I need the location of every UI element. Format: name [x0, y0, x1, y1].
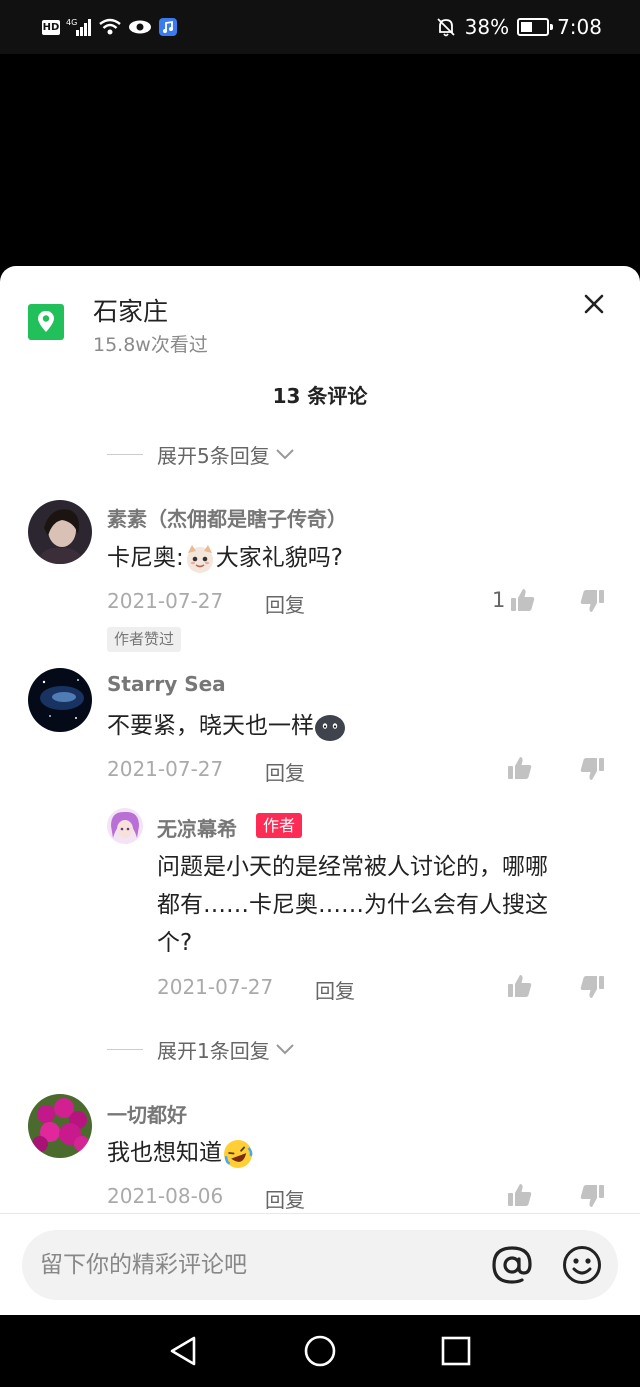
- comment-sheet: 石家庄 15.8w次看过 13 条评论 展开5条回复 素素（杰佣都是瞎子传奇） …: [0, 266, 640, 1315]
- close-icon[interactable]: [578, 288, 610, 320]
- signal-icon: 4G: [66, 18, 91, 36]
- comment-count: 13 条评论: [272, 384, 368, 408]
- author-tag: 作者: [256, 813, 303, 838]
- expand-divider: [107, 453, 143, 455]
- like-count: 1: [492, 588, 506, 612]
- thumb-up-icon[interactable]: [507, 1182, 533, 1208]
- reply-text-line: 问题是小天的是经常被人讨论的，哪哪: [157, 854, 548, 880]
- location-title[interactable]: 石家庄: [93, 292, 168, 328]
- system-nav-bar: [0, 1315, 640, 1387]
- expand-divider: [107, 1048, 143, 1050]
- comment-username[interactable]: Starry Sea: [107, 672, 226, 696]
- chevron-down-icon: [276, 449, 294, 460]
- reply-button[interactable]: 回复: [265, 589, 305, 618]
- comment-text: 卡尼奥: 大家礼貌吗?: [107, 539, 343, 577]
- home-icon[interactable]: [302, 1333, 338, 1369]
- comment-text-after: 大家礼貌吗?: [215, 545, 343, 571]
- avatar[interactable]: [28, 500, 92, 564]
- reply-username[interactable]: 无凉幕希: [157, 813, 237, 842]
- battery-percent: 38%: [464, 15, 510, 39]
- at-icon[interactable]: [490, 1245, 534, 1285]
- chevron-down-icon: [276, 1044, 294, 1055]
- input-divider: [0, 1213, 640, 1214]
- status-left: HD 4G: [42, 14, 178, 40]
- mute-bell-icon: [436, 18, 455, 37]
- network-label: 4G: [66, 18, 77, 27]
- thumb-up-icon[interactable]: [507, 973, 533, 999]
- thumb-down-icon[interactable]: [579, 756, 605, 782]
- comment-input-bar: [22, 1230, 618, 1300]
- author-liked-badge: 作者赞过: [107, 627, 182, 652]
- comment-text: 我也想知道: [107, 1134, 254, 1172]
- reply-button[interactable]: 回复: [265, 1184, 305, 1213]
- reply-button[interactable]: 回复: [315, 975, 355, 1004]
- music-app-icon: [159, 18, 177, 36]
- comment-text-body: 不要紧，晓天也一样: [107, 713, 314, 739]
- emoji-icon[interactable]: [562, 1245, 602, 1285]
- comment-date: 2021-07-27: [107, 757, 224, 781]
- dark-face-emoji: [315, 714, 345, 741]
- thumb-down-icon[interactable]: [579, 1183, 605, 1209]
- recents-icon[interactable]: [438, 1333, 474, 1369]
- reply-text-line: 都有……卡尼奥……为什么会有人搜这: [157, 892, 548, 918]
- cat-emoji: [186, 544, 213, 573]
- comment-text-body: 我也想知道: [107, 1140, 222, 1166]
- wifi-icon: [99, 18, 121, 35]
- comment-date: 2021-07-27: [107, 589, 224, 613]
- avatar[interactable]: [28, 668, 92, 732]
- reply-button[interactable]: 回复: [265, 757, 305, 786]
- expand-replies-label: 展开1条回复: [157, 1038, 270, 1063]
- reply-text-line: 个?: [157, 930, 193, 956]
- comment-text-before: 卡尼奥:: [107, 545, 184, 571]
- status-bar: HD 4G 38% 7:08: [0, 0, 640, 54]
- expand-replies-label: 展开5条回复: [157, 443, 270, 468]
- expand-replies-button[interactable]: 展开5条回复: [107, 439, 296, 469]
- thumb-up-icon[interactable]: [510, 587, 536, 613]
- reply-text: 问题是小天的是经常被人讨论的，哪哪 都有……卡尼奥……为什么会有人搜这 个?: [157, 848, 617, 962]
- reply-date: 2021-07-27: [157, 975, 274, 999]
- comment-date: 2021-08-06: [107, 1184, 224, 1208]
- comment-username[interactable]: 一切都好: [107, 1099, 187, 1128]
- comment-input[interactable]: [40, 1230, 480, 1300]
- hd-icon: HD: [42, 19, 60, 35]
- laughing-emoji: [224, 1139, 253, 1168]
- avatar[interactable]: [107, 808, 143, 844]
- thumb-up-icon[interactable]: [507, 755, 533, 781]
- clock: 7:08: [557, 15, 602, 39]
- comment-username[interactable]: 素素（杰佣都是瞎子传奇）: [107, 503, 347, 532]
- expand-replies-button[interactable]: 展开1条回复: [107, 1034, 296, 1064]
- comment-text: 不要紧，晓天也一样: [107, 707, 346, 745]
- thumb-down-icon[interactable]: [579, 588, 605, 614]
- battery-icon: [517, 18, 554, 36]
- back-icon[interactable]: [166, 1333, 202, 1369]
- thumb-down-icon[interactable]: [579, 974, 605, 1000]
- eye-icon: [129, 20, 151, 34]
- view-count: 15.8w次看过: [93, 334, 208, 356]
- status-right: 38% 7:08: [435, 12, 602, 42]
- avatar[interactable]: [28, 1094, 92, 1158]
- location-pin-icon: [28, 304, 64, 340]
